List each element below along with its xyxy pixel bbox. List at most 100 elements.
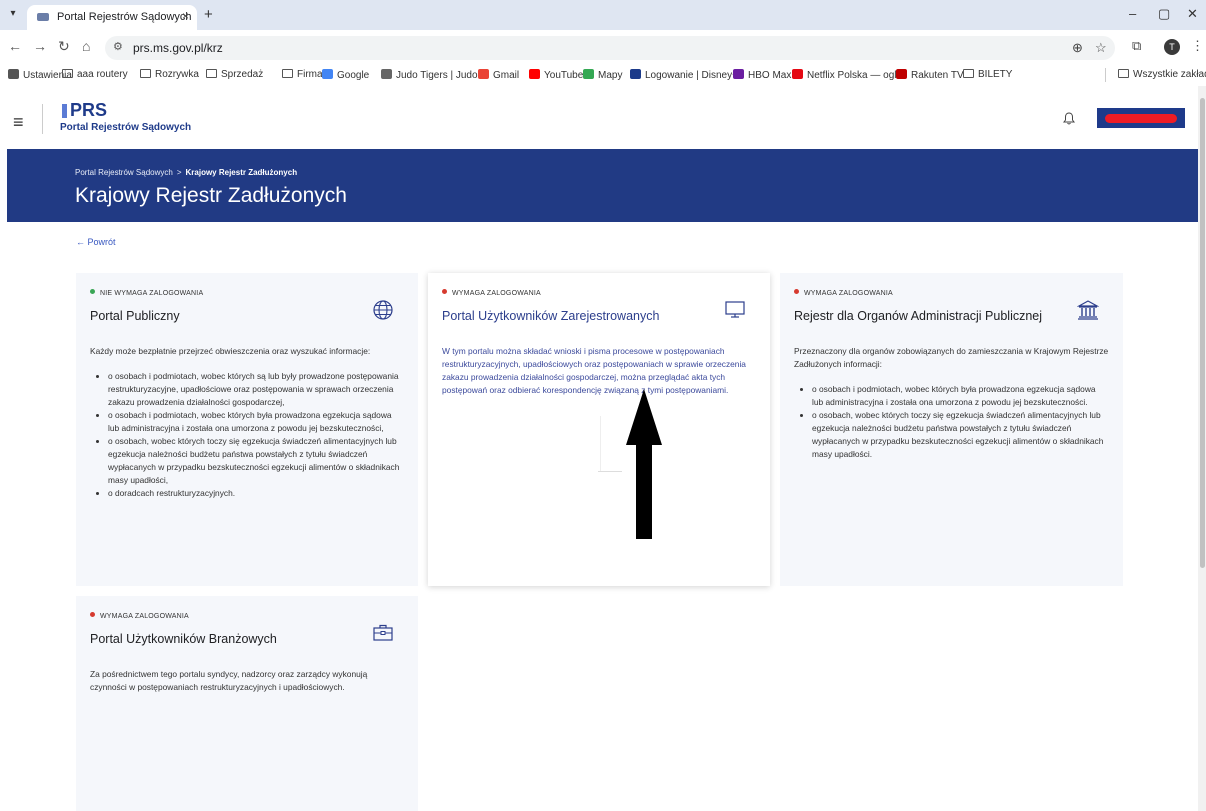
tab-search-chevron-icon[interactable]: ▾ xyxy=(6,8,20,22)
bookmark-label: HBO Max xyxy=(748,70,792,81)
list-item: o osobach i podmiotach, wobec których by… xyxy=(108,409,404,435)
divider-line xyxy=(598,471,622,472)
bookmark-item[interactable]: YouTube xyxy=(529,69,583,81)
bookmark-item[interactable]: Netflix Polska — ogl... xyxy=(792,69,905,81)
bookmark-item[interactable]: Judo Tigers | Judo... xyxy=(381,69,486,81)
card-intro: W tym portalu można składać wnioski i pi… xyxy=(442,346,746,395)
maps-icon xyxy=(583,69,594,79)
browser-tab[interactable]: Portal Rejestrów Sądowych × xyxy=(27,5,197,30)
login-badge: WYMAGA ZALOGOWANIA xyxy=(794,289,893,297)
card-body: Każdy może bezpłatnie przejrzeć obwieszc… xyxy=(90,345,404,500)
user-account-button[interactable] xyxy=(1097,108,1185,128)
bookmarks-separator xyxy=(1105,68,1106,82)
site-info-icon[interactable]: ⚙ xyxy=(113,40,123,53)
back-arrow-icon: ← xyxy=(76,237,85,247)
address-bar[interactable]: ⚙ prs.ms.gov.pl/krz ⊕ ☆ xyxy=(105,36,1115,60)
card-portal-publiczny[interactable]: NIE WYMAGA ZALOGOWANIA Portal Publiczny … xyxy=(76,273,418,586)
folder-icon xyxy=(282,69,293,78)
breadcrumb-separator: > xyxy=(176,168,182,177)
card-title[interactable]: Portal Użytkowników Zarejestrowanych xyxy=(442,309,659,323)
extensions-icon[interactable]: ⧉ xyxy=(1132,38,1141,54)
back-link[interactable]: ← Powrót xyxy=(76,237,116,247)
card-intro: Każdy może bezpłatnie przejrzeć obwieszc… xyxy=(90,346,371,356)
reload-icon[interactable]: ↻ xyxy=(58,38,70,55)
list-item: o doradcach restrukturyzacyjnych. xyxy=(108,487,404,500)
bookmark-label: Rakuten TV xyxy=(911,70,964,81)
card-body: W tym portalu można składać wnioski i pi… xyxy=(442,345,756,397)
card-portal-uzytkownikow-zarejestrowanych[interactable]: WYMAGA ZALOGOWANIA Portal Użytkowników Z… xyxy=(428,273,770,586)
institution-icon xyxy=(1076,299,1100,321)
divider-line xyxy=(600,416,601,471)
pointer-arrow-icon xyxy=(626,389,662,539)
card-portal-uzytkownikow-branzowych[interactable]: WYMAGA ZALOGOWANIA Portal Użytkowników B… xyxy=(76,596,418,811)
bookmark-label: Judo Tigers | Judo... xyxy=(396,70,486,81)
logo-subtitle[interactable]: Portal Rejestrów Sądowych xyxy=(60,122,191,133)
new-tab-icon[interactable]: + xyxy=(204,6,213,23)
address-url[interactable]: prs.ms.gov.pl/krz xyxy=(133,41,223,55)
maximize-icon[interactable]: ▢ xyxy=(1158,6,1170,22)
gear-icon xyxy=(8,69,19,79)
login-badge: WYMAGA ZALOGOWANIA xyxy=(90,612,189,620)
bookmark-item[interactable]: Firma xyxy=(282,69,323,80)
folder-icon xyxy=(1118,69,1129,78)
folder-icon xyxy=(140,69,151,78)
tab-title: Portal Rejestrów Sądowych xyxy=(57,11,192,23)
bookmark-item[interactable]: HBO Max xyxy=(733,69,791,81)
google-icon xyxy=(322,69,333,79)
login-badge: WYMAGA ZALOGOWANIA xyxy=(442,289,541,297)
bookmark-label: Mapy xyxy=(598,70,623,81)
bookmark-label: Netflix Polska — ogl... xyxy=(807,70,905,81)
youtube-icon xyxy=(529,69,540,79)
hamburger-menu-icon[interactable]: ≡ xyxy=(13,112,24,133)
bookmark-item[interactable]: Rozrywka xyxy=(140,69,199,80)
card-rejestr-organow[interactable]: WYMAGA ZALOGOWANIA Rejestr dla Organów A… xyxy=(780,273,1123,586)
briefcase-icon xyxy=(372,622,394,644)
gmail-icon xyxy=(478,69,489,79)
judo-icon xyxy=(381,69,392,79)
minimize-icon[interactable]: – xyxy=(1129,6,1136,21)
card-title[interactable]: Portal Publiczny xyxy=(90,309,180,323)
bookmark-item[interactable]: Sprzedaż xyxy=(206,69,263,80)
all-bookmarks-folder[interactable]: Wszystkie zakładki xyxy=(1118,69,1206,80)
bookmark-label: YouTube xyxy=(544,70,584,81)
back-arrow-icon[interactable]: ← xyxy=(8,38,22,54)
profile-avatar[interactable]: T xyxy=(1164,39,1180,55)
home-icon[interactable]: ⌂ xyxy=(82,38,90,54)
bookmark-item[interactable]: aaa routery xyxy=(62,69,128,80)
bookmark-item[interactable]: Google xyxy=(322,69,369,81)
status-dot-red xyxy=(442,289,447,294)
logo-mark xyxy=(62,104,67,118)
list-item: o osobach, wobec których toczy się egzek… xyxy=(108,435,404,487)
browser-tab-strip: ▾ Portal Rejestrów Sądowych × + – ▢ ✕ xyxy=(0,0,1206,30)
zoom-icon[interactable]: ⊕ xyxy=(1072,40,1083,56)
notifications-bell-icon[interactable] xyxy=(1063,112,1075,128)
scrollbar-thumb[interactable] xyxy=(1200,98,1205,568)
bookmark-item[interactable]: BILETY xyxy=(963,69,1012,80)
bookmark-item[interactable]: Rakuten TV xyxy=(896,69,964,81)
bookmark-star-icon[interactable]: ☆ xyxy=(1095,40,1107,56)
redacted-username xyxy=(1105,114,1177,123)
bookmark-item[interactable]: Mapy xyxy=(583,69,622,81)
folder-icon xyxy=(62,69,73,78)
tab-close-icon[interactable]: × xyxy=(182,9,189,23)
forward-arrow-icon[interactable]: → xyxy=(33,38,47,54)
list-item: o osobach, wobec których toczy się egzek… xyxy=(812,409,1109,461)
bookmark-label: Sprzedaż xyxy=(221,69,264,80)
bookmark-label: BILETY xyxy=(978,69,1013,80)
bookmark-item[interactable]: Gmail xyxy=(478,69,519,81)
chrome-menu-icon[interactable]: ⋮ xyxy=(1191,38,1204,54)
window-close-icon[interactable]: ✕ xyxy=(1187,6,1198,22)
header-divider xyxy=(42,104,43,134)
page-content: ≡ PRS Portal Rejestrów Sądowych Portal R… xyxy=(0,86,1198,811)
list-item: o osobach i podmiotach, wobec których są… xyxy=(108,370,404,409)
card-title[interactable]: Rejestr dla Organów Administracji Public… xyxy=(794,309,1042,323)
rakuten-icon xyxy=(896,69,907,79)
status-dot-green xyxy=(90,289,95,294)
list-item: o osobach i podmiotach, wobec których by… xyxy=(812,383,1109,409)
breadcrumb-home-link[interactable]: Portal Rejestrów Sądowych xyxy=(75,168,173,177)
logo-prs[interactable]: PRS xyxy=(70,100,107,121)
bookmark-item[interactable]: Logowanie | Disney+ xyxy=(630,69,738,81)
status-dot-red xyxy=(90,612,95,617)
card-title[interactable]: Portal Użytkowników Branżowych xyxy=(90,632,277,646)
globe-icon xyxy=(372,299,394,321)
